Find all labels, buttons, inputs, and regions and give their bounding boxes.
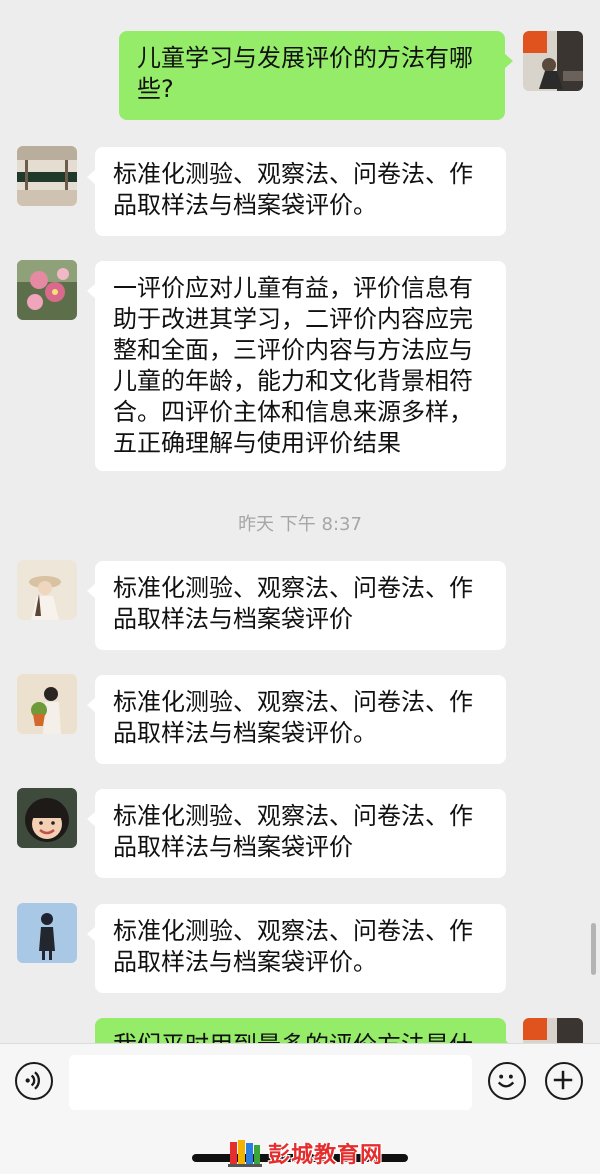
watermark-text: 彭城教育网 xyxy=(268,1143,384,1168)
message-text: 标准化测验、观察法、问卷法、作品取样法与档案袋评价。 xyxy=(113,688,473,747)
outgoing-message-bubble[interactable]: 我们平时用到最多的评价方法是什 xyxy=(95,1018,514,1045)
contact-avatar[interactable] xyxy=(17,260,77,320)
incoming-message-bubble[interactable]: 一评价应对儿童有益，评价信息有助于改进其学习，二评价内容应完整和全面，三评价内容… xyxy=(87,261,506,471)
plus-icon xyxy=(553,1070,573,1090)
message-text: 标准化测验、观察法、问卷法、作品取样法与档案袋评价 xyxy=(113,802,473,861)
voice-icon xyxy=(25,1071,40,1090)
message-text: 标准化测验、观察法、问卷法、作品取样法与档案袋评价。 xyxy=(113,160,473,219)
message-text: 标准化测验、观察法、问卷法、作品取样法与档案袋评价 xyxy=(113,574,473,633)
message-text: 一评价应对儿童有益，评价信息有助于改进其学习，二评价内容应完整和全面，三评价内容… xyxy=(113,274,473,457)
message-text: 标准化测验、观察法、问卷法、作品取样法与档案袋评价。 xyxy=(113,917,473,976)
contact-avatar[interactable] xyxy=(17,903,77,963)
incoming-message-bubble[interactable]: 标准化测验、观察法、问卷法、作品取样法与档案袋评价。 xyxy=(87,675,506,764)
plus-button[interactable] xyxy=(545,1062,583,1100)
watermark: 彭城教育网 xyxy=(228,1136,383,1170)
incoming-message-bubble[interactable]: 标准化测验、观察法、问卷法、作品取样法与档案袋评价。 xyxy=(87,147,506,236)
contact-avatar[interactable] xyxy=(17,146,77,206)
user-avatar[interactable] xyxy=(523,31,583,91)
message-text: 儿童学习与发展评价的方法有哪些? xyxy=(137,44,473,103)
message-input[interactable] xyxy=(69,1055,472,1110)
contact-avatar[interactable] xyxy=(17,674,77,734)
emoji-button[interactable] xyxy=(488,1062,526,1100)
emoji-icon xyxy=(497,1074,515,1088)
incoming-message-bubble[interactable]: 标准化测验、观察法、问卷法、作品取样法与档案袋评价 xyxy=(87,789,506,878)
outgoing-message-bubble[interactable]: 儿童学习与发展评价的方法有哪些? xyxy=(119,31,513,120)
contact-avatar[interactable] xyxy=(17,560,77,620)
incoming-message-bubble[interactable]: 标准化测验、观察法、问卷法、作品取样法与档案袋评价 xyxy=(87,561,506,650)
incoming-message-bubble[interactable]: 标准化测验、观察法、问卷法、作品取样法与档案袋评价。 xyxy=(87,904,506,993)
books-logo xyxy=(228,1140,262,1167)
user-avatar[interactable] xyxy=(523,1018,583,1045)
chat-history[interactable]: 儿童学习与发展评价的方法有哪些? 标准化测验、观察法、问卷法、作品取样法与档案袋… xyxy=(0,0,600,1045)
voice-button[interactable] xyxy=(15,1062,53,1100)
contact-avatar[interactable] xyxy=(17,788,77,848)
scrollbar[interactable] xyxy=(591,923,596,975)
timestamp: 昨天 下午 8:37 xyxy=(238,514,362,535)
